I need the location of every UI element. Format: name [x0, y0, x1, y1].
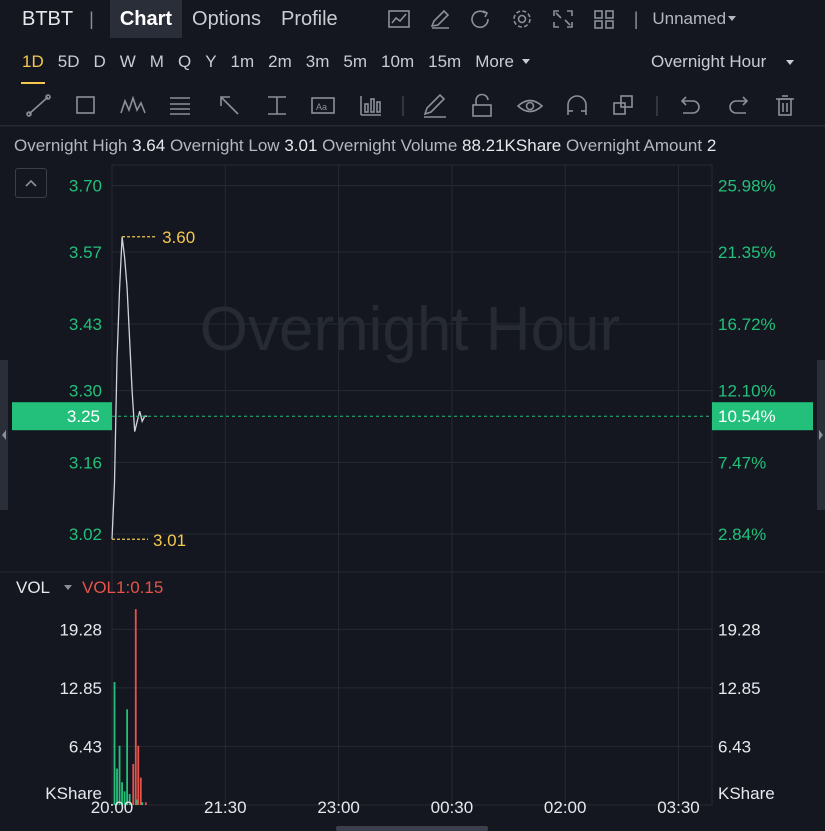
percent-tick-right: 21.35%: [718, 243, 776, 262]
price-tick-left: 3.70: [69, 177, 102, 196]
right-scroll-arrow[interactable]: [817, 360, 825, 510]
volume-bar-down: [144, 802, 147, 805]
time-tick: 23:00: [317, 798, 360, 817]
volume-tick-left: 6.43: [69, 737, 102, 756]
volume-tick-right: 19.28: [718, 620, 761, 639]
time-tick: 20:00: [91, 798, 134, 817]
volume-tick-left: 12.85: [59, 679, 102, 698]
left-scroll-arrow[interactable]: [0, 360, 8, 510]
current-price-line: 3.25 10.54%: [12, 402, 813, 431]
plot-border: [111, 164, 713, 806]
watermark-text: Overnight Hour: [200, 295, 620, 364]
price-line: [111, 236, 148, 540]
price-tick-left: 3.30: [69, 382, 102, 401]
volume-bar-up: [113, 682, 116, 805]
current-pct-value: 10.54%: [718, 407, 776, 426]
current-price-value: 3.25: [67, 407, 100, 426]
price-tick-left: 3.02: [69, 525, 102, 544]
price-tick-left: 3.57: [69, 243, 102, 262]
volume-label: VOL: [16, 578, 50, 597]
max-marker-label: 3.60: [162, 228, 195, 247]
volume-bar-up: [126, 709, 129, 805]
volume-bar-down: [134, 609, 137, 805]
high-low-markers: 3.60 3.01: [112, 228, 195, 550]
volume-tick-left: 19.28: [59, 620, 102, 639]
collapse-button[interactable]: [15, 168, 47, 198]
volume-unit-right: KShare: [718, 784, 775, 803]
axis-labels: 3.70 25.98% 3.57 21.35% 3.43 16.72% 3.30 12.10%…: [45, 177, 775, 817]
volume-tick-right: 12.85: [718, 679, 761, 698]
percent-tick-right: 16.72%: [718, 315, 776, 334]
chevron-right-icon: [819, 430, 823, 440]
time-tick: 02:00: [544, 798, 587, 817]
price-tick-left: 3.16: [69, 453, 102, 472]
volume-bar-down: [137, 745, 140, 805]
percent-tick-right: 2.84%: [718, 525, 766, 544]
time-scroll-handle[interactable]: [336, 826, 488, 831]
volume-tick-right: 6.43: [718, 737, 751, 756]
volume-indicator: VOL1:0.15: [82, 578, 163, 597]
volume-bars: [113, 609, 147, 805]
chevron-down-icon[interactable]: [64, 585, 72, 590]
percent-tick-right: 7.47%: [718, 453, 766, 472]
percent-tick-right: 12.10%: [718, 382, 776, 401]
volume-bar-down: [139, 777, 142, 805]
time-tick: 00:30: [431, 798, 474, 817]
price-tick-left: 3.43: [69, 315, 102, 334]
volume-header: VOL VOL1:0.15: [16, 578, 163, 597]
price-chart[interactable]: Overnight Hour 3.60 3.01 3.70 25.98% 3.57 2…: [0, 0, 825, 831]
time-tick: 03:30: [657, 798, 700, 817]
time-tick: 21:30: [204, 798, 247, 817]
min-marker-label: 3.01: [153, 531, 186, 550]
chart-grid: [0, 125, 825, 806]
volume-bar-up: [118, 745, 121, 805]
percent-tick-right: 25.98%: [718, 177, 776, 196]
volume-bar-up: [141, 802, 144, 805]
chevron-left-icon: [2, 430, 6, 440]
chevron-up-icon: [25, 179, 37, 187]
